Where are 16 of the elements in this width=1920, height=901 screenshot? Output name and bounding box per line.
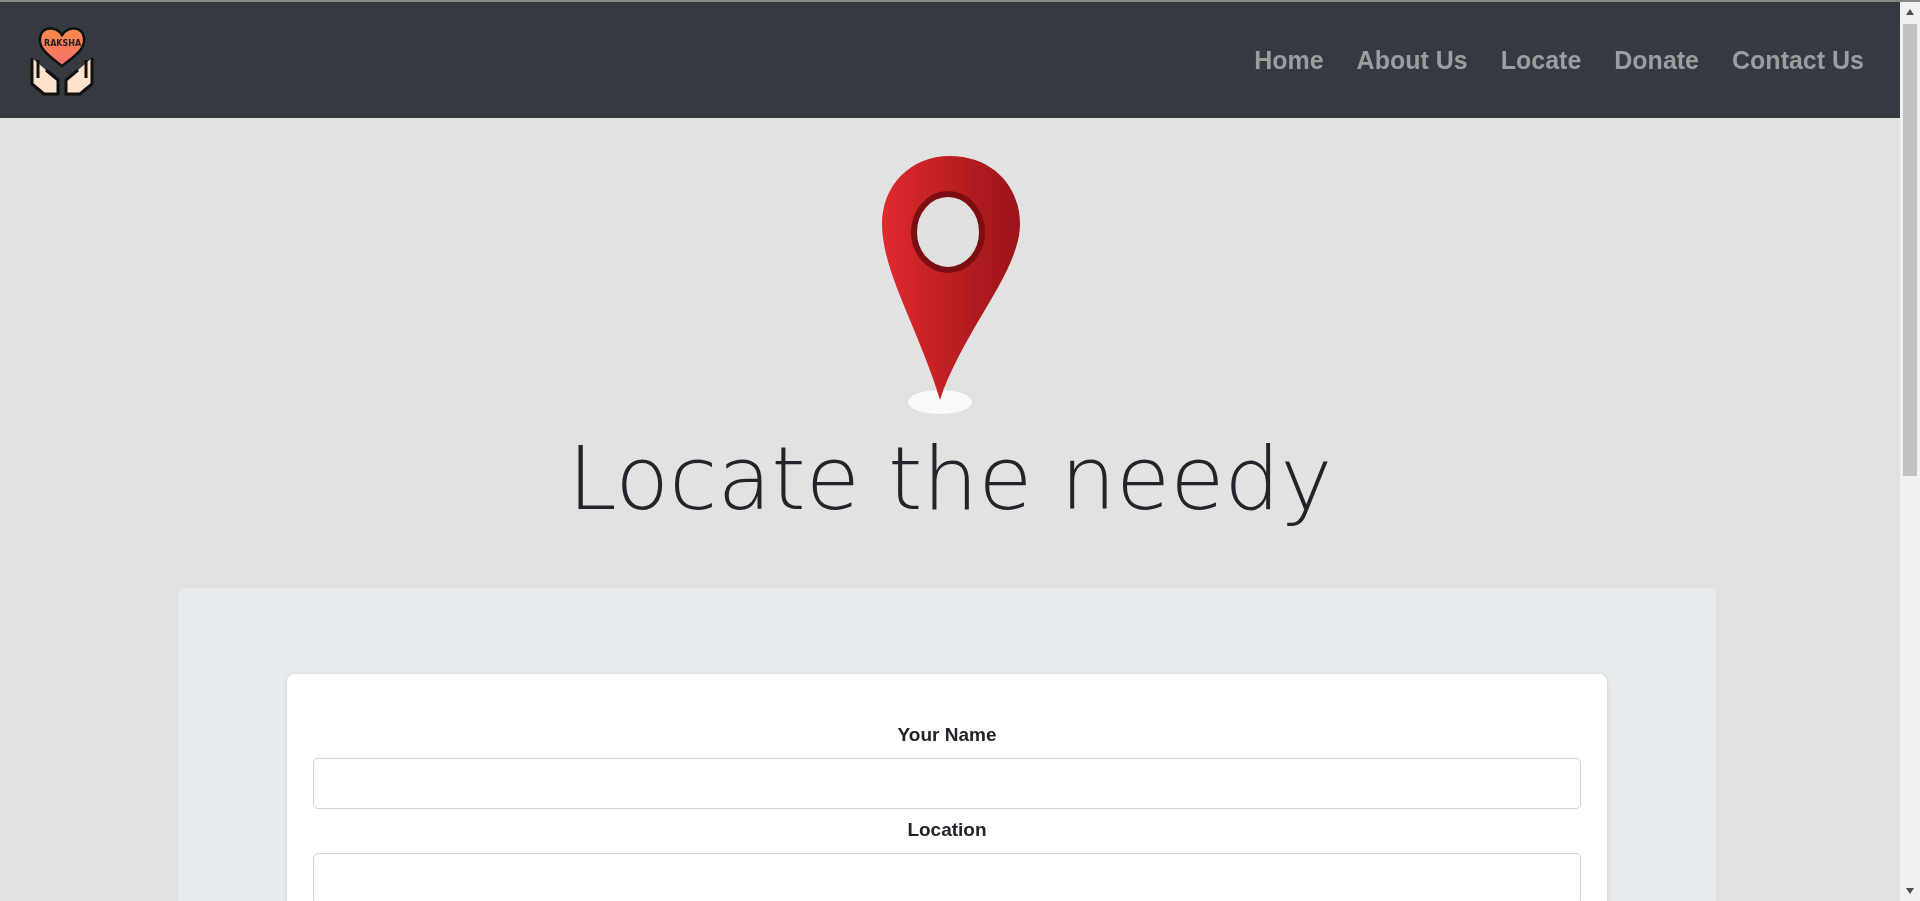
logo-text: RAKSHA: [44, 39, 82, 48]
field-label: Your Name: [897, 723, 997, 746]
nav-link[interactable]: Locate: [1500, 45, 1582, 75]
page-title: Locate the needy: [567, 431, 1333, 528]
nav-link[interactable]: Donate: [1614, 45, 1700, 75]
scrollbar-thumb[interactable]: [1903, 24, 1917, 476]
scroll-down-icon[interactable]: [1905, 887, 1915, 895]
nav-link[interactable]: Contact Us: [1732, 45, 1864, 75]
logo[interactable]: RAKSHA: [24, 22, 100, 98]
input-field[interactable]: [313, 852, 1581, 901]
nav-link[interactable]: About Us: [1356, 45, 1468, 75]
scrollbar[interactable]: [1900, 2, 1920, 901]
scroll-up-icon[interactable]: [1905, 8, 1915, 16]
input-field[interactable]: [313, 757, 1581, 809]
nav-link[interactable]: Home: [1254, 45, 1324, 75]
field-label: Location: [907, 818, 987, 841]
